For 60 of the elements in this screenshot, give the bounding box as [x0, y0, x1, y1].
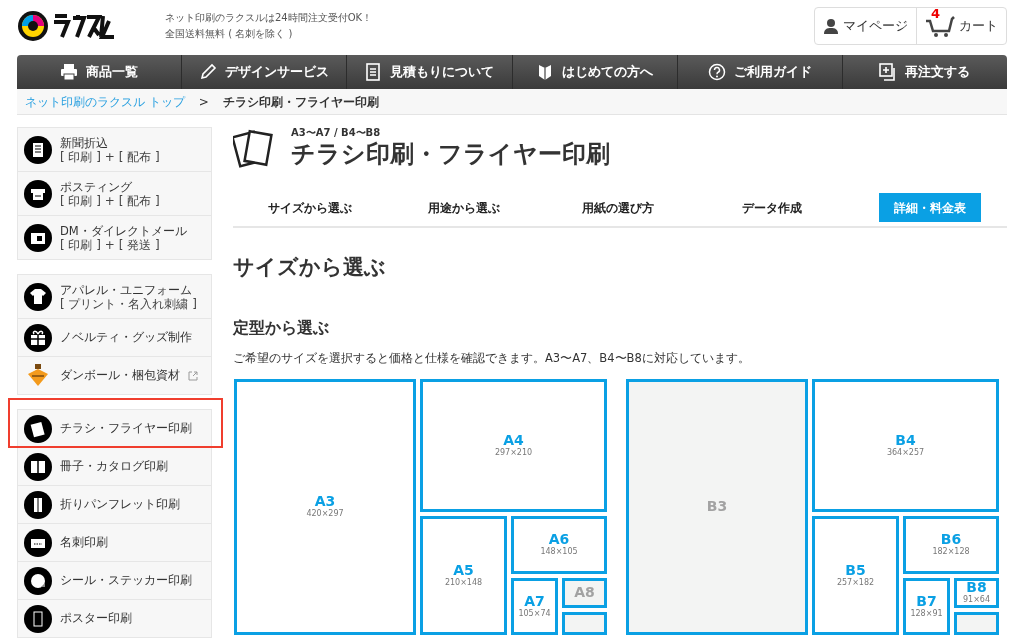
paper-size-option[interactable]: A6 148×105 [511, 515, 607, 574]
tab[interactable]: データ作成 [695, 193, 849, 222]
paper-size-option[interactable]: B7 128×91 [903, 577, 950, 635]
pencil-icon [199, 63, 218, 81]
envelope-icon [24, 223, 52, 252]
sidebar-item[interactable]: ダンボール・梱包資材 [18, 357, 211, 394]
sidebar-item[interactable]: 折りパンフレット印刷 [18, 486, 211, 523]
paper-size-option[interactable]: A5 210×148 [420, 515, 507, 635]
leaflet-icon [24, 490, 52, 519]
paper-size-option[interactable]: B5 257×182 [812, 515, 899, 635]
sidebar-item[interactable]: アパレル・ユニフォーム [ プリント・名入れ刺繍 ] [18, 275, 211, 318]
sidebar-item[interactable]: DM・ダイレクトメール [ 印刷 ] + [ 発送 ] [18, 216, 211, 259]
paper-size-option[interactable]: B6 182×128 [903, 515, 999, 574]
tab[interactable]: サイズから選ぶ [233, 193, 387, 222]
section-heading: サイズから選ぶ [233, 254, 387, 281]
paper-icon [24, 414, 52, 443]
paper-size-option[interactable]: A4 297×210 [420, 378, 607, 512]
tagline-text: ネット印刷のラクスルは24時間注文受付OK！ [165, 11, 373, 25]
paper-size-option[interactable]: A7 105×74 [511, 577, 558, 635]
description-text: ご希望のサイズを選択すると価格と仕様を確認できます。A3〜A7、B4〜B8に対応しています。 [233, 349, 751, 367]
external-link-icon [188, 370, 198, 381]
gift-icon [24, 323, 52, 352]
newspaper-icon [24, 135, 52, 164]
nav-item[interactable]: 商品一覧 [17, 55, 182, 89]
page-title: チラシ印刷・フライヤー印刷 [291, 139, 610, 169]
tab[interactable]: 用途から選ぶ [387, 193, 541, 222]
logo-mark[interactable] [17, 10, 49, 42]
poster-icon [24, 604, 52, 633]
cart-button[interactable]: 4 カート [916, 8, 1006, 44]
sidebar-item[interactable]: シール・ステッカー印刷 [18, 562, 211, 599]
sidebar-item[interactable]: チラシ・フライヤー印刷 [18, 410, 211, 447]
paper-size-option[interactable]: B8 91×64 [954, 577, 999, 608]
sidebar-item[interactable]: ポスター印刷 [18, 600, 211, 637]
document-icon [364, 63, 383, 81]
breadcrumb-current: チラシ印刷・フライヤー印刷 [222, 93, 379, 111]
business-card-icon [24, 528, 52, 557]
sidebar-item[interactable]: 名刺印刷 [18, 524, 211, 561]
mypage-button[interactable]: マイページ [815, 8, 916, 44]
subsection-heading: 定型から選ぶ [233, 316, 330, 339]
tshirt-icon [24, 282, 52, 311]
flyers-icon [233, 128, 275, 168]
sidebar-item[interactable]: 新聞折込 [ 印刷 ] + [ 配布 ] [18, 128, 211, 171]
breadcrumb-separator: > [198, 93, 209, 111]
paper-size-option[interactable]: A3 420×297 [234, 378, 416, 635]
mailbox-icon [24, 179, 52, 208]
size-range: A3〜A7 / B4〜B8 [291, 127, 382, 139]
printer-icon [60, 63, 79, 81]
person-icon [823, 18, 839, 34]
sidebar-item[interactable]: 冊子・カタログ印刷 [18, 448, 211, 485]
tagline-text: 全国送料無料 ( 名刺を除く ) [165, 27, 294, 41]
logo-wordmark[interactable] [53, 13, 115, 39]
paper-size-option[interactable]: B4 364×257 [812, 378, 999, 512]
help-icon [707, 63, 726, 81]
cart-count: 4 [931, 5, 941, 23]
booklet-icon [24, 452, 52, 481]
sticker-icon [24, 566, 52, 595]
sidebar-item[interactable]: ポスティング [ 印刷 ] + [ 配布 ] [18, 172, 211, 215]
sidebar-item[interactable]: ノベルティ・グッズ制作 [18, 319, 211, 356]
add-icon [879, 63, 898, 81]
tab[interactable]: 用紙の選び方 [541, 193, 695, 222]
